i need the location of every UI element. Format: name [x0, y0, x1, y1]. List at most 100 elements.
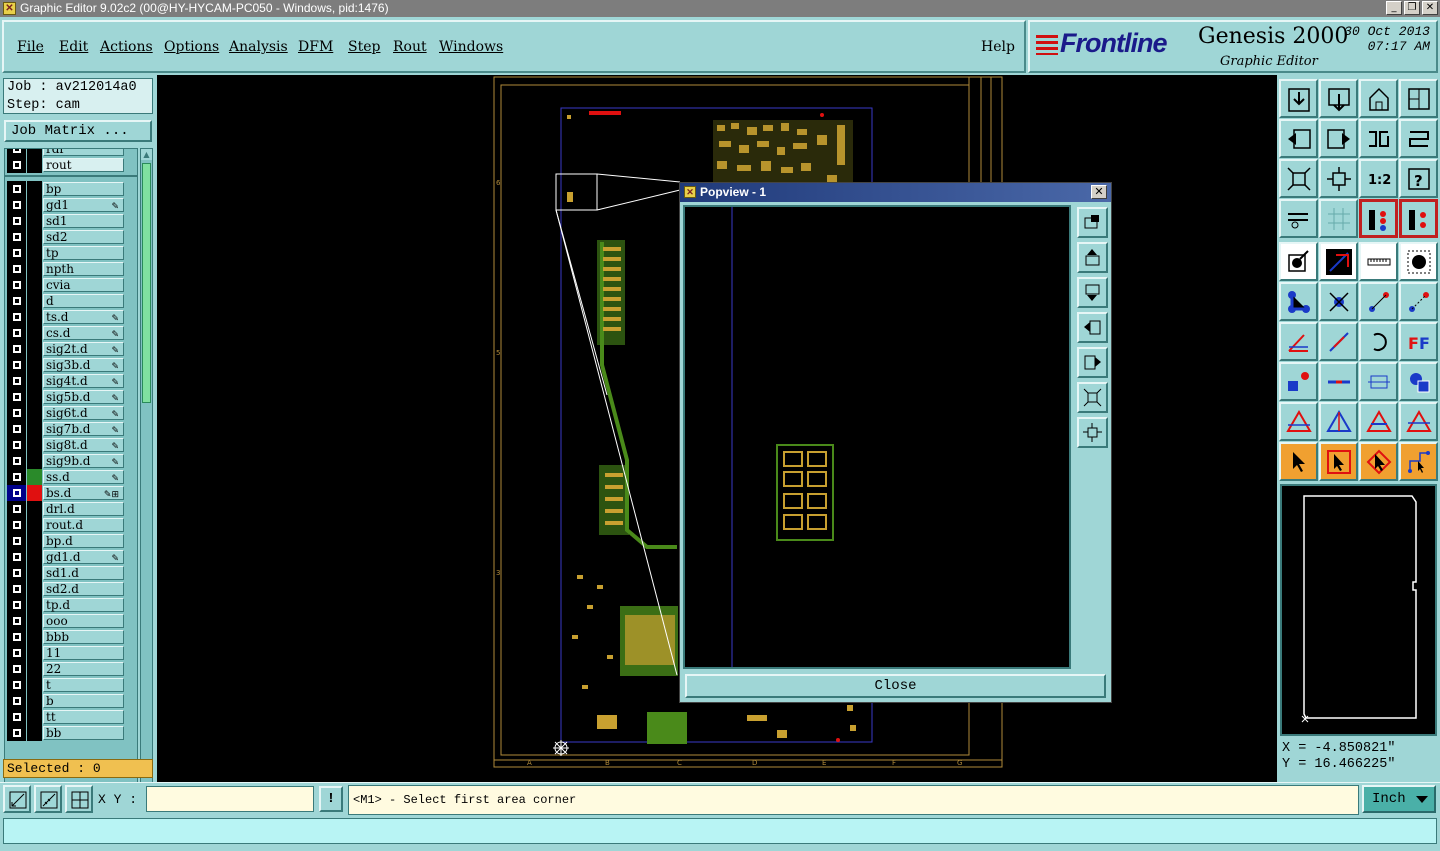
- layer-name[interactable]: tp: [43, 246, 124, 260]
- tool-button-redraw[interactable]: [1359, 119, 1398, 158]
- layer-checkbox[interactable]: [7, 613, 26, 629]
- layer-row[interactable]: 11: [5, 645, 137, 661]
- layer-color-swatch[interactable]: [27, 661, 42, 677]
- layer-checkbox[interactable]: [7, 453, 26, 469]
- job-matrix-button[interactable]: Job Matrix ...: [4, 120, 152, 142]
- layer-checkbox[interactable]: [7, 213, 26, 229]
- tool-button-stretch[interactable]: [1359, 362, 1398, 401]
- layer-name[interactable]: bb: [43, 726, 124, 740]
- layer-row[interactable]: bbb: [5, 629, 137, 645]
- layer-checkbox[interactable]: [7, 421, 26, 437]
- layer-checkbox[interactable]: [7, 501, 26, 517]
- layer-row[interactable]: sd2.d: [5, 581, 137, 597]
- layer-checkbox[interactable]: [7, 725, 26, 741]
- popview-tool-zoom-home[interactable]: [1077, 417, 1108, 448]
- layer-name[interactable]: cvia: [43, 278, 124, 292]
- tool-button-snake[interactable]: [1399, 119, 1438, 158]
- layer-row[interactable]: npth: [5, 261, 137, 277]
- layer-color-swatch[interactable]: [27, 549, 42, 565]
- layer-checkbox[interactable]: [7, 149, 26, 157]
- tool-button-tri-b[interactable]: [1399, 402, 1438, 441]
- layer-name[interactable]: 22: [43, 662, 124, 676]
- layer-checkbox[interactable]: [7, 197, 26, 213]
- tool-button-layer-toggle[interactable]: [1359, 199, 1398, 238]
- tool-button-net-select[interactable]: [1399, 442, 1438, 481]
- tool-button-text[interactable]: FF: [1399, 322, 1438, 361]
- tool-button-connect[interactable]: [1279, 362, 1318, 401]
- layer-row[interactable]: bp.d: [5, 533, 137, 549]
- scroll-thumb[interactable]: [142, 163, 151, 403]
- layer-row[interactable]: sig7b.d ✎: [5, 421, 137, 437]
- layer-name[interactable]: npth: [43, 262, 124, 276]
- layer-color-swatch[interactable]: [27, 469, 42, 485]
- popview-canvas[interactable]: [683, 205, 1071, 669]
- layer-row[interactable]: ooo: [5, 613, 137, 629]
- layer-color-swatch[interactable]: [27, 293, 42, 309]
- layer-color-swatch[interactable]: [27, 181, 42, 197]
- layer-checkbox[interactable]: [7, 469, 26, 485]
- tool-button-pad[interactable]: [1399, 242, 1438, 281]
- overview-map[interactable]: [1280, 484, 1437, 736]
- restore-button[interactable]: ❐: [1404, 1, 1420, 15]
- layer-name[interactable]: rdr: [43, 149, 124, 156]
- menu-rout[interactable]: Rout: [393, 39, 427, 55]
- layer-checkbox[interactable]: [7, 245, 26, 261]
- layer-color-swatch[interactable]: [27, 597, 42, 613]
- tool-button-home-view[interactable]: [1359, 79, 1398, 118]
- layer-name[interactable]: sig6t.d ✎: [43, 406, 124, 420]
- layer-name[interactable]: sig5b.d ✎: [43, 390, 124, 404]
- tool-button-zoom-out[interactable]: [1319, 79, 1358, 118]
- layer-name[interactable]: 11: [43, 646, 124, 660]
- tool-button-cut[interactable]: [1319, 362, 1358, 401]
- layer-color-swatch[interactable]: [27, 645, 42, 661]
- tool-button-tri-net[interactable]: [1319, 402, 1358, 441]
- layer-color-swatch[interactable]: [27, 357, 42, 373]
- layer-color-swatch[interactable]: [27, 213, 42, 229]
- layer-row[interactable]: rout: [5, 157, 137, 173]
- layer-color-swatch[interactable]: [27, 405, 42, 421]
- layer-row[interactable]: sig4t.d ✎: [5, 373, 137, 389]
- zoom-tool-button[interactable]: [3, 785, 31, 813]
- tool-button-arrow-select[interactable]: [1279, 442, 1318, 481]
- xy-input[interactable]: [146, 786, 314, 812]
- tool-button-help[interactable]: ?: [1399, 159, 1438, 198]
- tool-button-fit[interactable]: [1279, 159, 1318, 198]
- layer-name[interactable]: sig9b.d ✎: [43, 454, 124, 468]
- menu-step[interactable]: Step: [348, 39, 380, 55]
- layer-name[interactable]: gd1.d ✎: [43, 550, 124, 564]
- layer-color-swatch[interactable]: [27, 677, 42, 693]
- layer-name[interactable]: t: [43, 678, 124, 692]
- popview-tool-pan-down[interactable]: [1077, 277, 1108, 308]
- minimize-button[interactable]: _: [1386, 1, 1402, 15]
- layer-color-swatch[interactable]: [27, 373, 42, 389]
- layer-color-swatch[interactable]: [27, 485, 42, 501]
- tool-button-pan-left[interactable]: [1279, 119, 1318, 158]
- layer-checkbox[interactable]: [7, 157, 26, 173]
- layer-checkbox[interactable]: [7, 517, 26, 533]
- tool-button-line[interactable]: [1319, 322, 1358, 361]
- layer-row[interactable]: gd1.d ✎: [5, 549, 137, 565]
- layer-row[interactable]: bp: [5, 181, 137, 197]
- menu-options[interactable]: Options: [164, 39, 219, 55]
- layer-color-swatch[interactable]: [27, 325, 42, 341]
- layer-name[interactable]: ts.d ✎: [43, 310, 124, 324]
- tool-button-shape[interactable]: [1399, 362, 1438, 401]
- layer-checkbox[interactable]: [7, 373, 26, 389]
- layer-color-swatch[interactable]: [27, 245, 42, 261]
- layer-row[interactable]: sig2t.d ✎: [5, 341, 137, 357]
- layer-row[interactable]: sd2: [5, 229, 137, 245]
- tool-button-delete[interactable]: [1319, 282, 1358, 321]
- layer-row[interactable]: bb: [5, 725, 137, 741]
- layer-color-swatch[interactable]: [27, 421, 42, 437]
- layer-name[interactable]: bbb: [43, 630, 124, 644]
- menu-windows[interactable]: Windows: [439, 39, 503, 55]
- layer-row[interactable]: sig9b.d ✎: [5, 453, 137, 469]
- layer-row[interactable]: cvia: [5, 277, 137, 293]
- tool-button-split-view[interactable]: [1399, 79, 1438, 118]
- measure-tool-button[interactable]: [34, 785, 62, 813]
- layer-name[interactable]: gd1 ✎: [43, 198, 124, 212]
- layer-row[interactable]: sd1.d: [5, 565, 137, 581]
- layer-row[interactable]: cs.d ✎: [5, 325, 137, 341]
- tool-button-tri-a[interactable]: [1359, 402, 1398, 441]
- tool-button-arrow-alt[interactable]: [1359, 442, 1398, 481]
